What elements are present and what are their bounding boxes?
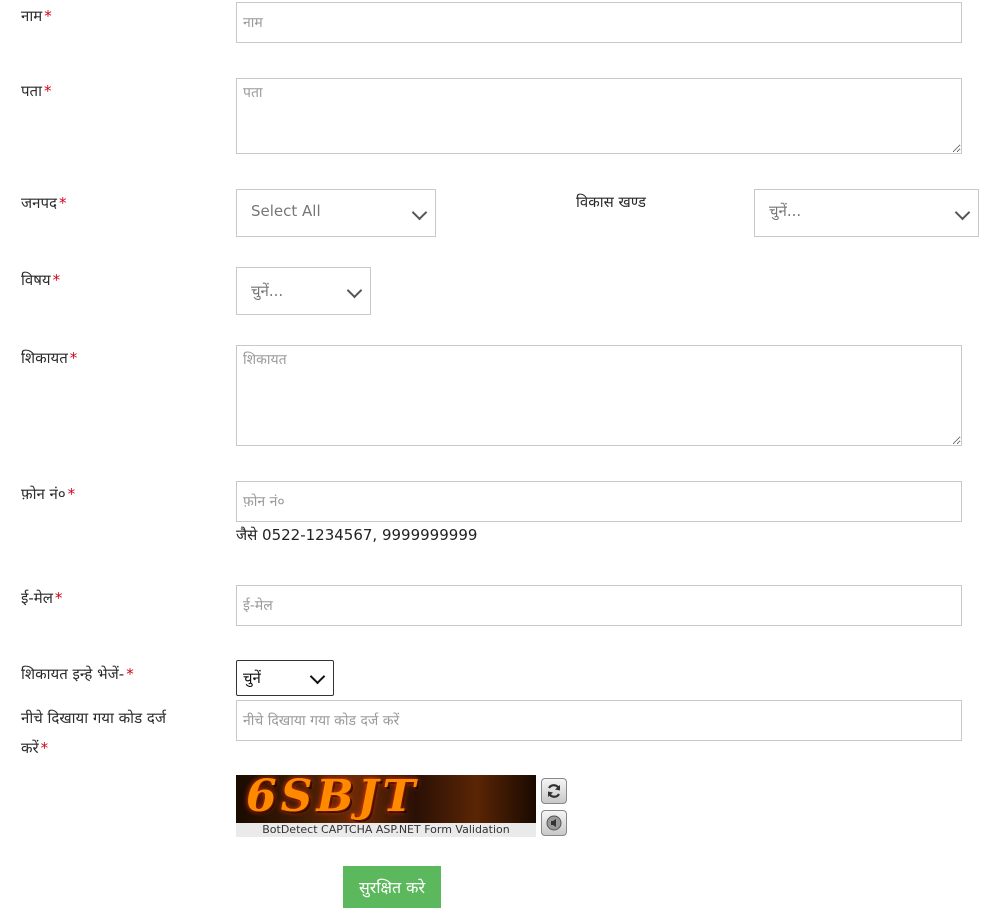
captcha-code-text: 6SBJT	[246, 775, 420, 822]
save-button[interactable]: सुरक्षित करे	[343, 866, 441, 908]
block-select-value: चुनें...	[769, 202, 802, 220]
speaker-icon	[546, 815, 562, 831]
send-to-label: शिकायत इन्हे भेजें- *	[21, 665, 134, 683]
chevron-down-icon	[411, 204, 428, 221]
email-label: ई-मेल *	[21, 589, 63, 607]
complaint-textarea[interactable]	[236, 345, 962, 446]
subject-select[interactable]: चुनें...	[236, 267, 371, 315]
captcha-input[interactable]	[236, 700, 962, 741]
captcha-label: नीचे दिखाया गया कोड दर्ज करें *	[21, 709, 166, 757]
captcha-caption: BotDetect CAPTCHA ASP.NET Form Validatio…	[236, 823, 536, 837]
chevron-down-icon	[346, 282, 363, 299]
subject-label: विषय *	[21, 271, 61, 289]
phone-label: फ़ोन नं० *	[21, 485, 76, 503]
name-input[interactable]	[236, 2, 962, 43]
refresh-icon	[547, 784, 561, 798]
address-label: पता *	[21, 82, 52, 100]
name-label: नाम *	[21, 7, 52, 25]
captcha-sound-button[interactable]	[541, 810, 567, 836]
complaint-label: शिकायत *	[21, 349, 78, 367]
send-to-select-value: चुनें	[243, 669, 261, 687]
phone-input[interactable]	[236, 481, 962, 522]
email-input[interactable]	[236, 585, 962, 626]
address-textarea[interactable]	[236, 78, 962, 154]
send-to-select[interactable]: चुनें	[236, 660, 334, 696]
district-label: जनपद *	[21, 194, 67, 212]
captcha-refresh-button[interactable]	[541, 778, 567, 804]
captcha-image: 6SBJT	[236, 775, 536, 823]
subject-select-value: चुनें...	[251, 282, 284, 300]
block-label: विकास खण्ड	[576, 193, 646, 211]
chevron-down-icon	[309, 668, 326, 685]
phone-hint: जैसे 0522-1234567, 9999999999	[236, 526, 478, 544]
chevron-down-icon	[954, 204, 971, 221]
district-select-value: Select All	[251, 202, 321, 220]
block-select[interactable]: चुनें...	[754, 189, 979, 237]
district-select[interactable]: Select All	[236, 189, 436, 237]
